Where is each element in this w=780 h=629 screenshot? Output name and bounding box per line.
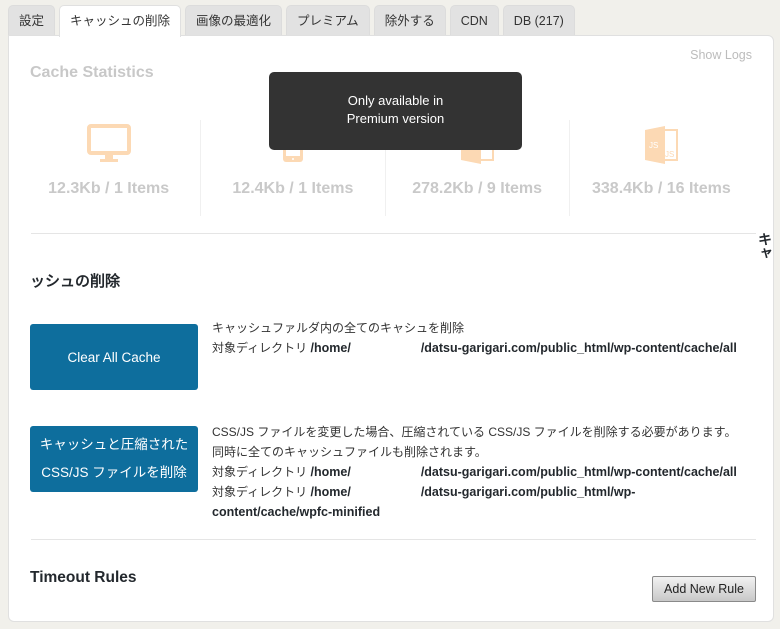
clear-minified-dir-1: 対象ディレクトリ /home//datsu-garigari.com/publi… [212,465,737,479]
delete-cache-title: ッシュの削除 [30,273,121,290]
stat-desktop-value: 12.3Kb / 1 Items [48,180,170,197]
desktop-icon [86,124,131,162]
tab-exclude[interactable]: 除外する [373,5,446,36]
tab-cdn[interactable]: CDN [449,5,499,36]
cache-statistics-title: Cache Statistics [30,64,154,81]
stat-js: JS JS 338.4Kb / 16 Items [570,120,753,216]
clear-minified-dir-2: 対象ディレクトリ /home//datsu-garigari.com/publi… [212,485,636,499]
js-file-icon: JS JS [645,126,679,164]
clear-minified-desc-line-2: 同時に全てのキャッシュファイルも削除されます。 [212,445,487,459]
stat-css-value: 278.2Kb / 9 Items [412,180,543,197]
tooltip-line-2: Premium version [346,111,445,126]
svg-text:JS: JS [665,150,674,159]
stat-mobile-value: 12.4Kb / 1 Items [232,180,354,197]
clear-all-cache-button[interactable]: Clear All Cache [30,324,198,390]
clear-cache-and-minified-button[interactable]: キャッシュと圧縮された CSS/JS ファイルを削除 [30,426,198,492]
clear-all-dir: 対象ディレクトリ /home//datsu-garigari.com/publi… [212,341,737,355]
tab-settings[interactable]: 設定 [8,5,56,36]
stat-desktop: 12.3Kb / 1 Items [17,120,202,216]
tooltip-line-1: Only available in [347,93,444,108]
stat-js-value: 338.4Kb / 16 Items [592,180,731,197]
tab-premium[interactable]: プレミアム [286,5,370,36]
tab-db[interactable]: DB (217) [502,5,575,36]
clear-all-cache-label: Clear All Cache [67,349,161,365]
add-new-rule-button[interactable]: Add New Rule [652,576,756,602]
delete-cache-title-overflow: キャ [757,232,773,260]
clear-minified-label-1: キャッシュと圧縮された [39,437,189,452]
timeout-rules-title: Timeout Rules [30,569,137,586]
clear-minified-label-2: CSS/JS ファイルを削除 [41,465,187,480]
tab-image-optimization[interactable]: 画像の最適化 [185,5,283,36]
divider [31,539,756,540]
clear-minified-desc-line-1: CSS/JS ファイルを変更した場合、圧縮されている CSS/JS ファイルを削… [212,425,737,439]
clear-all-desc-line: キャッシュファルダ内の全てのキャシュを削除 [212,321,465,335]
show-logs-link[interactable]: Show Logs [690,48,752,62]
tab-delete-cache[interactable]: キャッシュの削除 [59,5,182,37]
svg-text:JS: JS [649,141,658,150]
clear-minified-dir-2-cont: content/cache/wpfc-minified [212,505,381,519]
clear-all-description: キャッシュファルダ内の全てのキャシュを削除 対象ディレクトリ /home//da… [212,318,737,358]
delete-cache-panel: Show Logs Cache Statistics 12.3Kb / 1 It… [8,35,774,622]
clear-minified-description: CSS/JS ファイルを変更した場合、圧縮されている CSS/JS ファイルを削… [212,422,737,522]
tab-bar: 設定 キャッシュの削除 画像の最適化 プレミアム 除外する CDN DB (21… [8,5,579,37]
premium-tooltip: Only available in Premium version [269,72,522,150]
divider [31,233,756,234]
